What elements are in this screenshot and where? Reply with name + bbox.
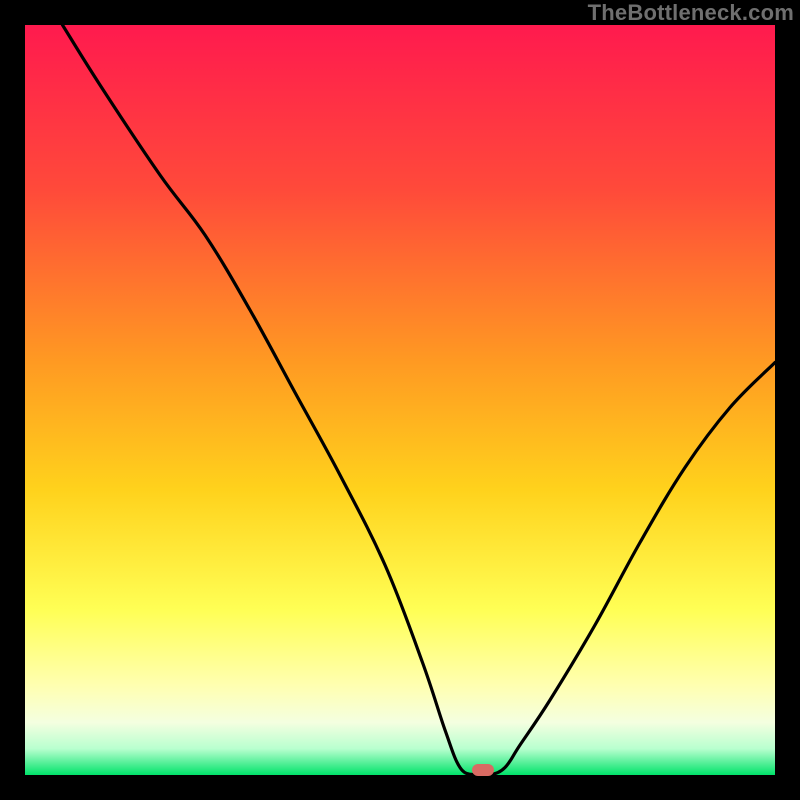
gradient-background xyxy=(25,25,775,775)
chart-frame: TheBottleneck.com xyxy=(0,0,800,800)
plot-area xyxy=(25,25,775,775)
chart-svg xyxy=(25,25,775,775)
watermark-text: TheBottleneck.com xyxy=(588,0,794,26)
optimal-marker xyxy=(472,764,494,776)
